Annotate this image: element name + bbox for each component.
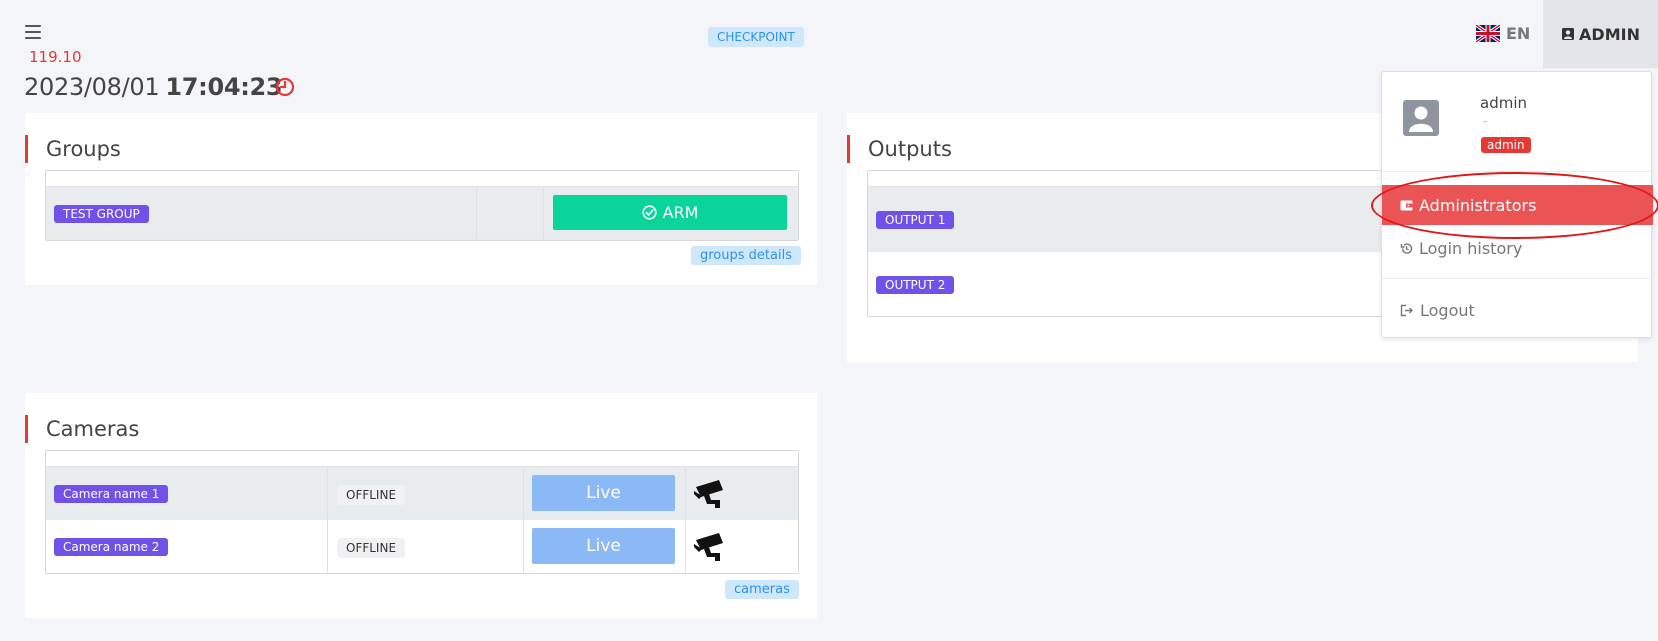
column-divider	[543, 187, 544, 239]
check-circle-icon	[641, 205, 657, 220]
divider	[1382, 171, 1651, 172]
groups-card: Groups TEST GROUP ARM groups details	[25, 113, 817, 285]
arm-button-label: ARM	[662, 203, 699, 222]
hamburger-line	[25, 31, 41, 33]
column-divider	[523, 467, 524, 519]
checkpoint-badge: CHECKPOINT	[708, 27, 804, 47]
groups-table: TEST GROUP ARM	[45, 170, 799, 241]
cctv-camera-icon[interactable]	[693, 479, 729, 509]
outputs-title: Outputs	[847, 135, 952, 163]
hamburger-line	[25, 25, 41, 27]
menu-item-label: Logout	[1420, 300, 1475, 320]
menu-item-label: Login history	[1419, 238, 1523, 258]
language-code: EN	[1506, 24, 1531, 43]
user-dropdown-menu: admin - admin Administrators Login histo…	[1381, 71, 1653, 338]
table-header	[46, 451, 798, 467]
hamburger-line	[25, 37, 41, 39]
logout-icon	[1400, 304, 1413, 316]
user-subtitle: -	[1483, 114, 1488, 128]
table-row: TEST GROUP ARM	[46, 187, 798, 240]
clock-icon	[275, 77, 295, 97]
groups-details-link[interactable]: groups details	[691, 246, 801, 265]
version-label: 119.10	[29, 48, 82, 66]
column-divider	[327, 467, 328, 519]
uk-flag-icon	[1476, 25, 1500, 42]
current-datetime: 2023/08/01 17:04:23	[24, 73, 283, 101]
user-menu-button[interactable]: ADMIN	[1543, 0, 1658, 68]
column-divider	[523, 520, 524, 573]
user-menu-label: ADMIN	[1579, 24, 1640, 44]
live-button[interactable]: Live	[532, 475, 675, 511]
arm-button[interactable]: ARM	[553, 195, 787, 230]
history-icon	[1400, 242, 1413, 254]
output-tag[interactable]: OUTPUT 1	[876, 211, 955, 229]
column-divider	[685, 467, 686, 519]
user-role-badge: admin	[1481, 137, 1531, 153]
table-header	[46, 171, 798, 187]
column-divider	[685, 520, 686, 573]
camera-status-badge: OFFLINE	[337, 538, 406, 558]
cameras-title: Cameras	[25, 415, 139, 443]
avatar	[1403, 100, 1439, 136]
camera-tag[interactable]: Camera name 1	[54, 485, 169, 503]
current-time: 17:04:23	[165, 73, 283, 101]
groups-title: Groups	[25, 135, 121, 163]
output-tag[interactable]: OUTPUT 2	[876, 276, 955, 294]
menu-item-logout[interactable]: Logout	[1382, 290, 1653, 330]
user-avatar-icon	[1409, 106, 1433, 132]
menu-toggle-button[interactable]	[25, 25, 41, 39]
live-button[interactable]: Live	[532, 528, 675, 564]
cctv-camera-icon[interactable]	[693, 532, 729, 562]
user-name: admin	[1480, 94, 1527, 112]
camera-status-badge: OFFLINE	[337, 485, 406, 505]
cameras-card: Cameras Camera name 1 OFFLINE Live Camer…	[25, 393, 817, 618]
user-badge-icon	[1562, 28, 1575, 40]
column-divider	[476, 187, 477, 239]
column-divider	[327, 520, 328, 573]
language-selector[interactable]: EN	[1476, 24, 1530, 43]
current-date: 2023/08/01	[24, 73, 160, 101]
divider	[1382, 278, 1651, 279]
menu-item-label: Administrators	[1419, 195, 1537, 215]
camera-tag[interactable]: Camera name 2	[54, 538, 169, 556]
group-tag[interactable]: TEST GROUP	[54, 205, 149, 223]
menu-item-administrators[interactable]: Administrators	[1382, 185, 1653, 225]
wallet-icon	[1400, 200, 1413, 210]
table-row: Camera name 1 OFFLINE Live	[46, 467, 798, 520]
menu-item-login-history[interactable]: Login history	[1382, 228, 1653, 268]
table-row: Camera name 2 OFFLINE Live	[46, 520, 798, 573]
cameras-link[interactable]: cameras	[725, 580, 799, 599]
cameras-table: Camera name 1 OFFLINE Live Camera name 2…	[45, 450, 799, 574]
